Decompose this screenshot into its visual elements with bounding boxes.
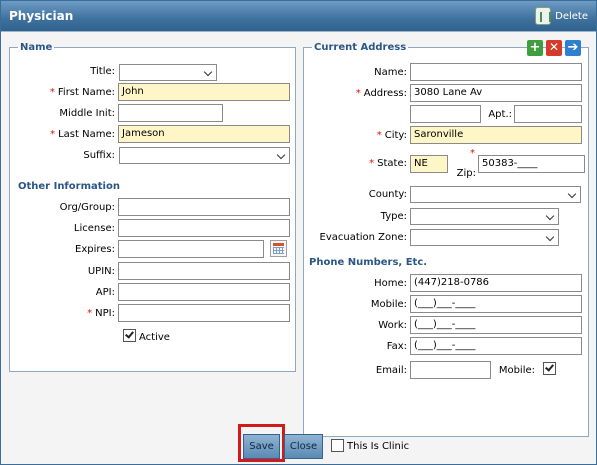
address-label: * Address: <box>355 88 407 99</box>
mobile-phone-input[interactable]: (___)___-____ <box>410 295 582 313</box>
npi-label: * NPI: <box>87 308 115 319</box>
upin-input[interactable] <box>118 262 290 280</box>
chevron-down-icon <box>203 67 213 77</box>
email-input[interactable] <box>410 361 491 379</box>
evacuation-zone-select[interactable] <box>410 229 559 246</box>
arrow-right-icon[interactable]: ➔ <box>565 40 581 56</box>
type-label: Type: <box>380 211 407 222</box>
home-phone-label: Home: <box>374 278 407 289</box>
last-name-label: * Last Name: <box>50 129 115 140</box>
home-phone-input[interactable]: (447)218-0786 <box>410 274 582 292</box>
type-select[interactable] <box>410 208 559 225</box>
required-marker: * <box>87 308 93 319</box>
org-group-input[interactable] <box>118 198 290 216</box>
remove-icon[interactable]: ✕ <box>546 40 562 56</box>
apt-label: Apt.: <box>488 109 512 120</box>
required-marker: * <box>49 87 55 98</box>
suffix-label: Suffix: <box>83 150 115 161</box>
first-name-label: * First Name: <box>49 87 115 98</box>
add-icon[interactable]: + <box>527 40 543 56</box>
evacuation-zone-label: Evacuation Zone: <box>319 232 408 243</box>
physician-dialog: Physician Delete Name Title: * First Name… <box>0 0 597 465</box>
first-name-input[interactable]: John <box>118 83 290 101</box>
save-button[interactable]: Save <box>243 434 280 459</box>
state-label: * State: <box>369 158 407 169</box>
email-mobile-label: Mobile: <box>498 365 535 376</box>
license-input[interactable] <box>118 219 290 237</box>
form-panel: Name Title: * First Name: John Middle Ini… <box>1 31 596 464</box>
fax-label: Fax: <box>386 341 407 352</box>
api-label: API: <box>95 287 115 298</box>
required-marker: * <box>355 88 361 99</box>
upin-label: UPIN: <box>87 266 115 277</box>
county-label: County: <box>368 189 407 200</box>
delete-label: Delete <box>555 10 588 22</box>
checkmark-icon <box>545 362 554 372</box>
close-button[interactable]: Close <box>284 434 323 459</box>
required-marker: * <box>369 158 375 169</box>
address-line2-input[interactable] <box>410 105 481 123</box>
zip-input[interactable]: 50383-____ <box>478 155 585 173</box>
address-name-input[interactable] <box>410 63 582 81</box>
this-is-clinic-checkbox[interactable] <box>331 439 344 452</box>
chevron-down-icon <box>567 189 577 199</box>
email-label: Email: <box>375 365 407 376</box>
required-marker: * <box>470 148 475 159</box>
state-input[interactable]: NE <box>410 155 448 173</box>
chevron-down-icon <box>545 232 555 242</box>
active-checkbox[interactable] <box>123 329 136 342</box>
county-select[interactable] <box>410 186 581 203</box>
city-label: * City: <box>376 130 407 141</box>
dialog-title: Physician <box>9 9 74 23</box>
current-address-legend: Current Address <box>314 42 407 53</box>
chevron-down-icon <box>545 211 555 221</box>
fax-input[interactable]: (___)___-____ <box>410 337 582 355</box>
email-mobile-checkbox[interactable] <box>543 362 556 375</box>
required-marker: * <box>50 129 56 140</box>
active-label: Active <box>139 332 170 343</box>
other-information-heading: Other Information <box>18 181 120 192</box>
this-is-clinic-label: This Is Clinic <box>347 441 410 452</box>
address-input[interactable]: 3080 Lane Av <box>410 84 582 102</box>
phone-numbers-heading: Phone Numbers, Etc. <box>309 257 428 268</box>
checkmark-icon <box>125 329 134 339</box>
last-name-input[interactable]: Jameson <box>118 125 290 143</box>
city-input[interactable]: Saronville <box>410 126 582 144</box>
title-label: Title: <box>90 66 115 77</box>
middle-init-label: Middle Init: <box>59 108 115 119</box>
middle-init-input[interactable] <box>118 104 223 122</box>
api-input[interactable] <box>118 283 290 301</box>
suffix-select[interactable] <box>119 147 290 164</box>
npi-input[interactable] <box>118 304 290 322</box>
work-phone-input[interactable]: (___)___-____ <box>410 316 582 334</box>
title-select[interactable] <box>119 64 217 81</box>
apt-input[interactable] <box>514 105 582 123</box>
calendar-icon[interactable] <box>270 240 287 257</box>
address-name-label: Name: <box>374 67 407 78</box>
delete-button[interactable]: Delete <box>535 6 588 26</box>
required-marker: * <box>376 130 382 141</box>
chevron-down-icon <box>276 150 286 160</box>
expires-input[interactable] <box>118 240 264 258</box>
org-group-label: Org/Group: <box>59 202 115 213</box>
name-legend: Name <box>20 42 53 53</box>
zip-label: Zip: <box>456 168 476 179</box>
work-phone-label: Work: <box>378 320 407 331</box>
license-label: License: <box>73 223 115 234</box>
expires-label: Expires: <box>75 244 115 255</box>
title-bar: Physician Delete <box>1 1 596 31</box>
mobile-phone-label: Mobile: <box>370 299 407 310</box>
trash-icon <box>535 7 552 25</box>
